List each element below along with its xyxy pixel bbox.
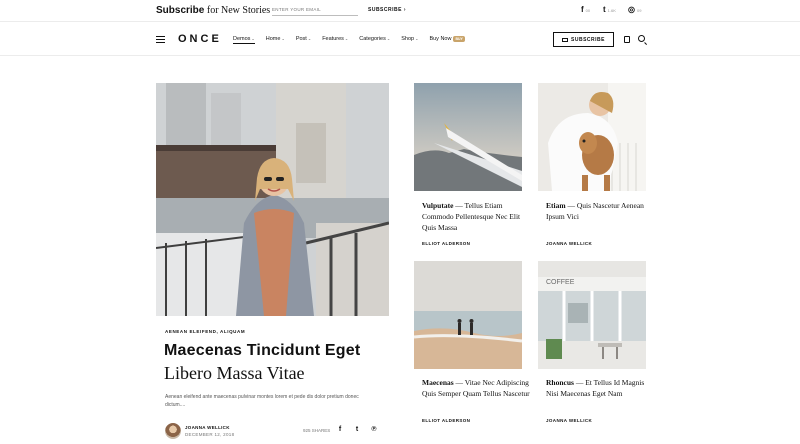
- author-avatar[interactable]: [165, 423, 181, 439]
- pinterest-share-icon[interactable]: ℗: [370, 426, 378, 434]
- social-twitter[interactable]: t 1.6K: [603, 6, 616, 14]
- top-bar: Subscribe for New Stories ENTER YOUR EMA…: [0, 0, 800, 22]
- topbar-subscribe-button[interactable]: SUBSCRIBE ›: [368, 7, 406, 13]
- social-instagram[interactable]: ◎ 09: [628, 6, 641, 14]
- main-nav: Demos⌄ Home⌄ Post⌄ Features⌄ Categories⌄…: [233, 36, 465, 44]
- featured-author[interactable]: JOANNA WELLICK: [185, 425, 230, 430]
- mail-icon: [562, 37, 569, 42]
- card-image-2[interactable]: [538, 83, 646, 191]
- email-input[interactable]: ENTER YOUR EMAIL: [272, 5, 358, 16]
- nav-post[interactable]: Post⌄: [296, 36, 311, 44]
- nav-categories[interactable]: Categories⌄: [359, 36, 390, 44]
- twitter-icon: t: [603, 5, 606, 14]
- coffee-sign: COFFEE: [546, 279, 575, 286]
- card-author-2[interactable]: JOANNA WELLICK: [546, 241, 592, 246]
- facebook-share-icon[interactable]: f: [336, 426, 344, 434]
- featured-excerpt: Aenean eleifend ante maecenas pulvinar m…: [165, 394, 359, 408]
- nav-buy-now[interactable]: Buy Now BUY: [429, 36, 465, 44]
- search-icon[interactable]: [638, 35, 645, 42]
- nav-home[interactable]: Home⌄: [266, 36, 285, 44]
- airplane-wing-photo: [414, 83, 522, 191]
- main-header: ONCE Demos⌄ Home⌄ Post⌄ Features⌄ Catego…: [0, 22, 800, 56]
- featured-title-line2[interactable]: Libero Massa Vitae: [164, 363, 305, 384]
- instagram-icon: ◎: [628, 5, 635, 14]
- card-image-4[interactable]: COFFEE: [538, 261, 646, 369]
- shopping-bag-icon[interactable]: [624, 36, 630, 43]
- card-title-3[interactable]: Maecenas — Vitae Nec Adipiscing Quis Sem…: [422, 377, 530, 399]
- woman-with-dog-photo: [538, 83, 646, 191]
- featured-title-line1[interactable]: Maecenas Tincidunt Eget: [164, 342, 360, 360]
- featured-photo: [156, 83, 389, 316]
- card-title-2[interactable]: Etiam — Quis Nascetur Aenean Ipsum Vici: [546, 200, 654, 222]
- featured-date: DECEMBER 12, 2018: [185, 432, 235, 437]
- share-count: 925 SHARES: [303, 428, 331, 433]
- buy-badge: BUY: [453, 36, 465, 42]
- nav-shop[interactable]: Shop⌄: [401, 36, 418, 44]
- card-title-4[interactable]: Rhoncus — Et Tellus Id Magnis Nisi Maece…: [546, 377, 654, 399]
- nav-demos[interactable]: Demos⌄: [233, 36, 255, 44]
- nav-features[interactable]: Features⌄: [322, 36, 348, 44]
- twitter-share-icon[interactable]: t: [353, 426, 361, 434]
- card-title-1[interactable]: Vulputate — Tellus Etiam Commodo Pellent…: [422, 200, 530, 233]
- card-author-1[interactable]: ELLIOT ALDERSON: [422, 241, 470, 246]
- featured-image[interactable]: [156, 83, 389, 316]
- social-facebook[interactable]: f 00: [581, 6, 590, 14]
- card-image-1[interactable]: [414, 83, 522, 191]
- card-image-3[interactable]: [414, 261, 522, 369]
- facebook-icon: f: [581, 5, 584, 14]
- header-subscribe-button[interactable]: SUBSCRIBE: [553, 32, 614, 47]
- beach-photo: [414, 261, 522, 369]
- card-author-4[interactable]: JOANNA WELLICK: [546, 418, 592, 423]
- coffee-shop-photo: COFFEE: [538, 261, 646, 369]
- featured-categories[interactable]: AENEAN ELEIFEND, ALIQUAM: [165, 329, 245, 334]
- site-logo[interactable]: ONCE: [178, 33, 222, 45]
- menu-icon[interactable]: [156, 36, 165, 44]
- card-author-3[interactable]: ELLIOT ALDERSON: [422, 418, 470, 423]
- subscribe-heading: Subscribe for New Stories: [156, 5, 271, 16]
